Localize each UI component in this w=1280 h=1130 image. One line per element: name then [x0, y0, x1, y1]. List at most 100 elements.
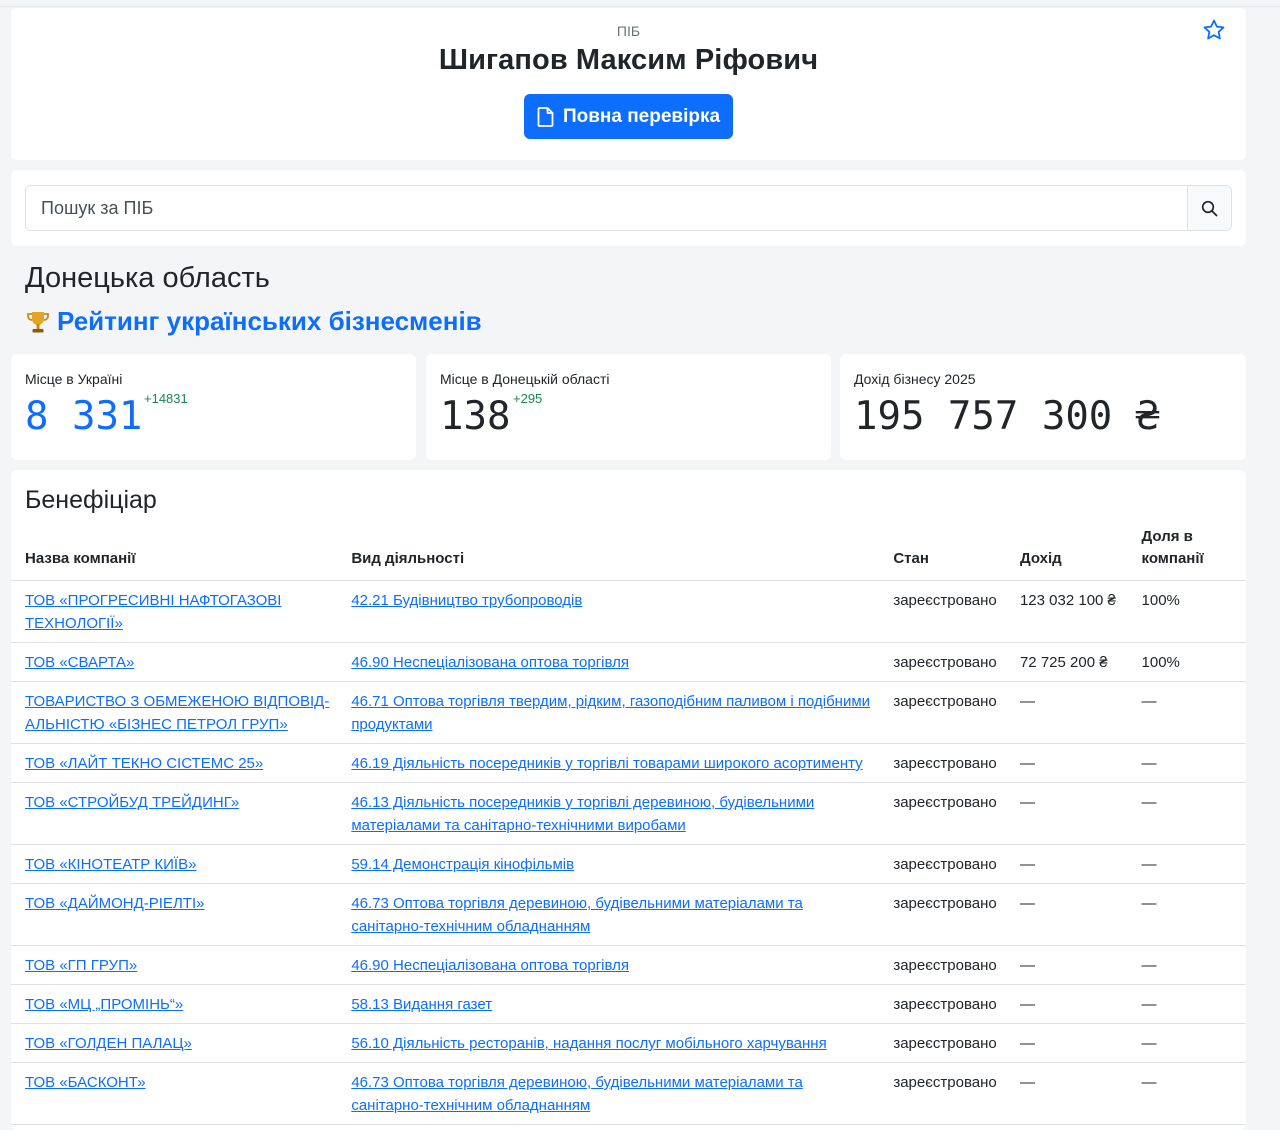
- table-row: ТОВ «БАСКОНТ» 46.73 Оптова торгівля дере…: [11, 1062, 1246, 1125]
- income-cell: 72 725 200 ₴: [1012, 642, 1135, 682]
- status-cell: зареєстровано: [886, 782, 1013, 845]
- stat-card-ukraine-rank: Місце в Україні 8 331 +14831: [11, 354, 416, 460]
- activity-link[interactable]: 42.21 Будівництво трубопроводів: [351, 592, 582, 609]
- income-cell: —: [1012, 782, 1135, 845]
- search-group: [25, 185, 1232, 231]
- share-cell: —: [1134, 984, 1246, 1024]
- full-check-label: Повна перевірка: [562, 105, 721, 127]
- share-cell: —: [1134, 844, 1246, 884]
- company-link[interactable]: ТОВ «ГОЛДЕН ПАЛАЦ»: [25, 1035, 192, 1052]
- income-cell: —: [1012, 681, 1135, 744]
- share-cell: —: [1134, 681, 1246, 744]
- person-name: Шигапов Максим Ріфович: [438, 44, 819, 76]
- income-cell: —: [1012, 844, 1135, 884]
- person-header-card: ПІБ Шигапов Максим Ріфович Повна перевір…: [11, 8, 1246, 160]
- activity-link[interactable]: 58.13 Видання газет: [351, 996, 492, 1013]
- income-cell: —: [1012, 945, 1135, 985]
- company-link[interactable]: ТОВАРИСТВО З ОБМЕЖЕНОЮ ВІДПОВІД-АЛЬНІСТЮ…: [25, 693, 329, 733]
- full-check-button[interactable]: Повна перевірка: [524, 94, 733, 139]
- beneficiary-title: Бенефіціар: [25, 486, 157, 514]
- status-cell: зареєстровано: [886, 1062, 1013, 1125]
- status-cell: зареєстровано: [886, 945, 1013, 985]
- income-cell: —: [1012, 984, 1135, 1024]
- top-divider: [0, 0, 1280, 7]
- table-row: ТОВ «ГП ГРУП» 46.90 Неспеціалізована опт…: [11, 945, 1246, 985]
- stat-value: 138: [440, 394, 511, 439]
- activity-link[interactable]: 46.19 Діяльність посередників у торгівлі…: [351, 755, 862, 772]
- status-cell: зареєстровано: [886, 681, 1013, 744]
- share-cell: —: [1134, 1062, 1246, 1125]
- rating-link-label: Рейтинг українських бізнесменів: [57, 306, 482, 336]
- region-title: Донецька область: [25, 262, 270, 294]
- status-cell: зареєстровано: [886, 984, 1013, 1024]
- share-cell: —: [1134, 782, 1246, 845]
- stat-value: 195 757 300 ₴: [854, 394, 1160, 439]
- table-row: ТОВАРИСТВО З ОБМЕЖЕНОЮ ВІДПОВІД-АЛЬНІСТЮ…: [11, 681, 1246, 744]
- table-row: ТОВ «ГОЛДЕН ПАЛАЦ» 56.10 Діяльність рест…: [11, 1023, 1246, 1063]
- activity-link[interactable]: 46.73 Оптова торгівля деревиною, будівел…: [351, 895, 803, 935]
- stat-delta: +14831: [144, 391, 188, 406]
- stat-card-region-rank: Місце в Донецькій області 138 +295: [426, 354, 831, 460]
- status-cell: зареєстровано: [886, 883, 1013, 946]
- income-cell: —: [1012, 1023, 1135, 1063]
- income-cell: —: [1012, 1062, 1135, 1125]
- stat-label: Дохід бізнесу 2025: [854, 371, 976, 387]
- star-outline-icon: [1203, 19, 1225, 40]
- rating-link[interactable]: Рейтинг українських бізнесменів: [25, 306, 482, 337]
- column-header-activity: Вид діяльності: [344, 520, 887, 581]
- status-cell: зареєстровано: [886, 580, 1013, 643]
- beneficiary-card: Бенефіціар Назва компанії Вид діяльності…: [11, 470, 1246, 1130]
- share-cell: 100%: [1134, 580, 1246, 643]
- company-link[interactable]: ТОВ «ГП ГРУП»: [25, 957, 137, 974]
- table-row: ТОВ «МЦ „ПРОМІНЬ“» 58.13 Видання газет з…: [11, 984, 1246, 1024]
- favorite-button[interactable]: [1202, 18, 1226, 42]
- income-cell: —: [1012, 883, 1135, 946]
- stat-delta: +295: [513, 391, 543, 406]
- stat-label: Місце в Донецькій області: [440, 371, 610, 387]
- company-link[interactable]: ТОВ «ЛАЙТ ТЕКНО СІСТЕМС 25»: [25, 755, 263, 772]
- company-link[interactable]: ТОВ «ДАЙМОНД-РІЕЛТІ»: [25, 895, 204, 912]
- income-cell: 123 032 100 ₴: [1012, 580, 1135, 643]
- company-link[interactable]: ТОВ «КІНОТЕАТР КИЇВ»: [25, 856, 196, 873]
- stat-label: Місце в Україні: [25, 371, 123, 387]
- company-link[interactable]: ТОВ «ПРОГРЕСИВНІ НАФТОГАЗОВІ ТЕХНОЛОГІЇ»: [25, 592, 281, 632]
- pib-label: ПІБ: [616, 23, 641, 39]
- table-row: ТОВ «ЛАЙТ ТЕКНО СІСТЕМС 25» 46.19 Діяльн…: [11, 743, 1246, 783]
- company-link[interactable]: ТОВ «БАСКОНТ»: [25, 1074, 146, 1091]
- trophy-icon: [27, 311, 49, 332]
- table-header-row: Назва компанії Вид діяльності Стан Дохід…: [11, 520, 1246, 581]
- column-header-share: Доля в компанії: [1134, 520, 1246, 581]
- column-header-status: Стан: [886, 520, 1013, 581]
- status-cell: зареєстровано: [886, 844, 1013, 884]
- companies-table: Назва компанії Вид діяльності Стан Дохід…: [11, 520, 1246, 1125]
- activity-link[interactable]: 56.10 Діяльність ресторанів, надання пос…: [351, 1035, 826, 1052]
- status-cell: зареєстровано: [886, 642, 1013, 682]
- file-icon: [537, 106, 554, 127]
- share-cell: 100%: [1134, 642, 1246, 682]
- table-row: ТОВ «ДАЙМОНД-РІЕЛТІ» 46.73 Оптова торгів…: [11, 883, 1246, 946]
- share-cell: —: [1134, 1023, 1246, 1063]
- column-header-company: Назва компанії: [11, 520, 345, 581]
- stat-value: 8 331: [25, 394, 143, 439]
- company-link[interactable]: ТОВ «СВАРТА»: [25, 654, 134, 671]
- stat-card-business-income: Дохід бізнесу 2025 195 757 300 ₴: [840, 354, 1246, 460]
- status-cell: зареєстровано: [886, 1023, 1013, 1063]
- table-row: ТОВ «СВАРТА» 46.90 Неспеціалізована опто…: [11, 642, 1246, 682]
- search-input[interactable]: [26, 186, 1187, 230]
- activity-link[interactable]: 46.73 Оптова торгівля деревиною, будівел…: [351, 1074, 803, 1114]
- share-cell: —: [1134, 883, 1246, 946]
- activity-link[interactable]: 46.13 Діяльність посередників у торгівлі…: [351, 794, 814, 834]
- share-cell: —: [1134, 945, 1246, 985]
- activity-link[interactable]: 59.14 Демонстрація кінофільмів: [351, 856, 574, 873]
- search-card: [11, 170, 1246, 246]
- share-cell: —: [1134, 743, 1246, 783]
- activity-link[interactable]: 46.90 Неспеціалізована оптова торгівля: [351, 654, 629, 671]
- column-header-income: Дохід: [1012, 520, 1135, 581]
- activity-link[interactable]: 46.90 Неспеціалізована оптова торгівля: [351, 957, 629, 974]
- company-link[interactable]: ТОВ «СТРОЙБУД ТРЕЙДИНГ»: [25, 794, 239, 811]
- search-button[interactable]: [1187, 186, 1231, 230]
- activity-link[interactable]: 46.71 Оптова торгівля твердим, рідким, г…: [351, 693, 870, 733]
- status-cell: зареєстровано: [886, 743, 1013, 783]
- company-link[interactable]: ТОВ «МЦ „ПРОМІНЬ“»: [25, 996, 183, 1013]
- table-row: ТОВ «ПРОГРЕСИВНІ НАФТОГАЗОВІ ТЕХНОЛОГІЇ»…: [11, 580, 1246, 643]
